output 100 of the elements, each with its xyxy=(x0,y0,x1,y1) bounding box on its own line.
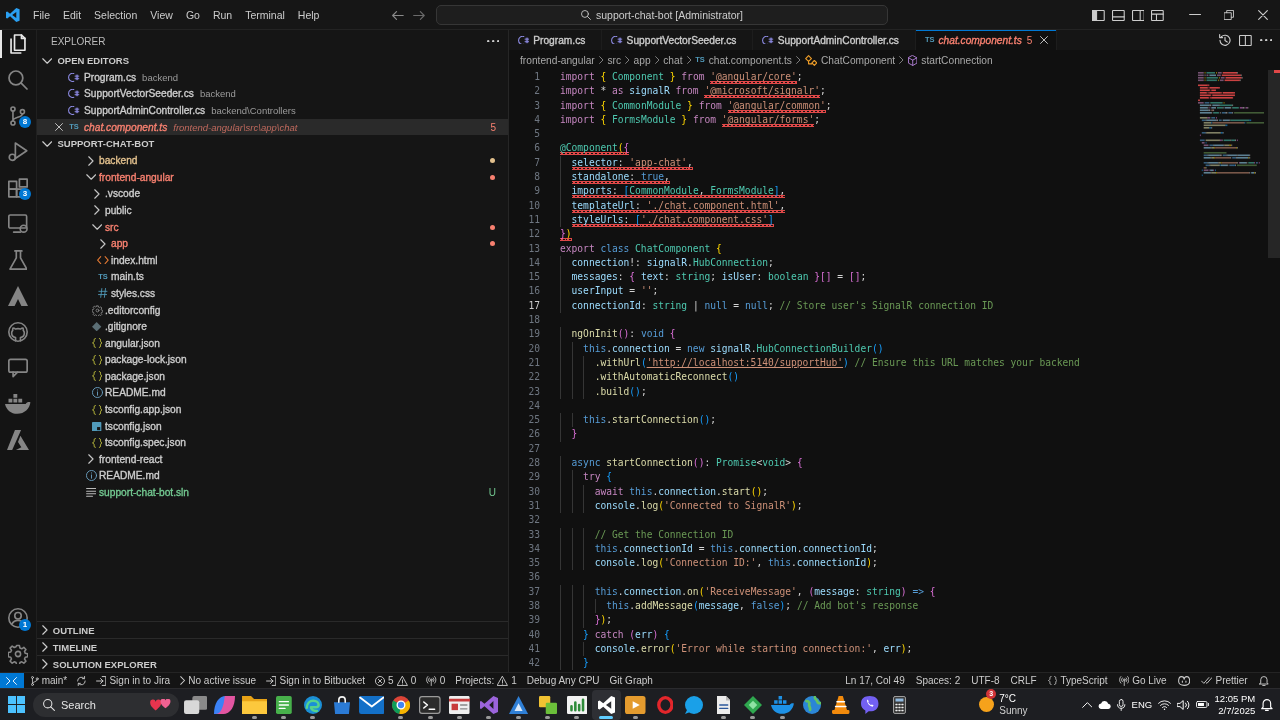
chevron-down-icon[interactable] xyxy=(42,57,53,64)
status-bar-item[interactable]: Sign in to Jira xyxy=(91,673,176,688)
restore-icon[interactable] xyxy=(1224,10,1234,20)
play-bug-icon[interactable] xyxy=(8,142,28,162)
battery-icon[interactable] xyxy=(1195,701,1209,708)
status-bar-item[interactable]: Go Live xyxy=(1113,673,1173,688)
menu-item[interactable]: File xyxy=(26,6,57,24)
menu-item[interactable]: View xyxy=(143,6,180,24)
close-icon[interactable] xyxy=(55,123,63,132)
files-icon[interactable] xyxy=(10,34,26,54)
breadcrumb-item[interactable]: app xyxy=(633,54,651,66)
chevron-right-icon[interactable] xyxy=(42,625,48,635)
sidebar-left-icon[interactable] xyxy=(1092,9,1105,21)
folder-name[interactable]: public xyxy=(105,204,132,216)
chevron-down-icon[interactable] xyxy=(85,174,97,181)
swirl-icon[interactable] xyxy=(214,695,236,714)
sun-icon[interactable] xyxy=(979,697,995,712)
menu-item[interactable]: Edit xyxy=(56,6,88,24)
status-bar-item[interactable]: Ln 17, Col 49 xyxy=(839,673,911,688)
close-icon[interactable] xyxy=(1040,36,1049,44)
swirl-circle-icon[interactable] xyxy=(303,695,322,714)
minimap-drawing[interactable] xyxy=(1196,71,1264,179)
document-icon[interactable] xyxy=(716,695,731,714)
folder-icon[interactable] xyxy=(241,695,268,714)
chevron-down-icon[interactable] xyxy=(91,224,103,231)
file-name[interactable]: index.html xyxy=(111,254,158,266)
breadcrumb-item[interactable]: frontend-angular xyxy=(520,54,595,66)
peak-icon[interactable] xyxy=(8,286,28,306)
file-name[interactable]: README.md xyxy=(99,470,160,482)
windows-logo-icon[interactable] xyxy=(8,696,25,713)
folder-name[interactable]: app xyxy=(111,238,128,250)
status-bar-item[interactable]: Git Graph xyxy=(604,673,658,688)
file-name[interactable]: tsconfig.spec.json xyxy=(105,437,186,449)
status-bar-item[interactable]: main* xyxy=(26,673,73,688)
file-name[interactable]: styles.css xyxy=(111,287,156,299)
cloud-icon[interactable] xyxy=(1098,700,1112,709)
status-bar-item[interactable]: 0 xyxy=(421,673,451,688)
editor-tab[interactable]: SupportVectorSeeder.cs xyxy=(602,30,754,50)
open-editor-item[interactable]: Program.cs backend xyxy=(37,69,508,86)
play-tile-icon[interactable] xyxy=(625,695,646,714)
status-bar-item[interactable]: Sign in to Bitbucket xyxy=(261,673,371,688)
ribbon-icon[interactable] xyxy=(597,695,615,714)
chat-icon[interactable] xyxy=(8,358,28,378)
file-name[interactable]: package.json xyxy=(105,370,166,382)
file-name[interactable]: tsconfig.json xyxy=(105,420,162,432)
status-bar-item[interactable]: TypeScript xyxy=(1042,673,1114,688)
breadcrumb-item[interactable]: ChatComponent xyxy=(804,54,896,66)
monitor-icon[interactable] xyxy=(8,214,28,234)
arrow-right-icon[interactable] xyxy=(412,10,425,20)
open-editor-item[interactable]: SupportVectorSeeder.cs backend xyxy=(37,85,508,103)
mail-icon[interactable] xyxy=(358,695,385,714)
pinwheel-circle-icon[interactable] xyxy=(391,695,410,714)
bell-icon[interactable] xyxy=(1258,675,1269,686)
settings-icon[interactable] xyxy=(8,644,28,664)
person-icon[interactable] xyxy=(8,608,28,628)
file-name[interactable]: .gitignore xyxy=(105,321,147,333)
folder-name[interactable]: backend xyxy=(99,155,138,167)
breadcrumb-item[interactable]: chat xyxy=(663,54,683,66)
open-editor-item[interactable]: SupportAdminController.cs backend\Controllers xyxy=(37,102,508,119)
section-header[interactable]: TIMELINE xyxy=(37,638,508,655)
wifi-icon[interactable] xyxy=(1158,699,1172,710)
chevron-right-icon[interactable] xyxy=(94,188,100,199)
split-editor-icon[interactable] xyxy=(1238,34,1252,46)
sync-icon[interactable] xyxy=(77,675,87,686)
scrollbar[interactable] xyxy=(1268,70,1280,258)
editor-tab[interactable]: SupportAdminController.cs xyxy=(753,30,916,50)
chevron-right-icon[interactable] xyxy=(42,659,48,669)
calculator-icon[interactable] xyxy=(893,695,906,714)
status-bar-item[interactable]: 5 0 xyxy=(370,673,422,688)
arrow-left-icon[interactable] xyxy=(392,10,404,20)
section-header[interactable]: OUTLINE xyxy=(37,621,508,638)
folder-name[interactable]: frontend-react xyxy=(99,453,163,465)
chevron-right-icon[interactable] xyxy=(42,642,48,652)
file-name[interactable]: angular.json xyxy=(105,337,160,349)
more-icon[interactable] xyxy=(486,39,499,43)
file-name[interactable]: README.md xyxy=(105,387,166,399)
folder-name[interactable]: frontend-angular xyxy=(99,171,174,183)
whale-icon[interactable] xyxy=(770,695,794,714)
layout-icon[interactable] xyxy=(1151,9,1164,21)
status-bar-item[interactable]: CRLF xyxy=(1005,673,1043,688)
menu-item[interactable]: Run xyxy=(206,6,239,24)
chevron-up-icon[interactable] xyxy=(1081,701,1093,708)
section-header[interactable]: OPEN EDITORS xyxy=(37,52,508,69)
folder-name[interactable]: src xyxy=(105,221,119,233)
chat-bubble-icon[interactable] xyxy=(685,695,704,714)
close-icon[interactable] xyxy=(1258,10,1268,20)
chevron-right-icon[interactable] xyxy=(94,205,100,216)
flask-icon[interactable] xyxy=(8,250,28,270)
squares-icon[interactable] xyxy=(538,695,557,714)
breadcrumb-item[interactable]: src xyxy=(607,54,621,66)
remote-button[interactable] xyxy=(0,673,24,688)
file-name[interactable]: package-lock.json xyxy=(105,354,187,366)
editor-tab[interactable]: Program.cs xyxy=(509,30,603,50)
status-bar-item[interactable]: UTF-8 xyxy=(965,673,1006,688)
menu-item[interactable]: Selection xyxy=(87,6,144,24)
command-center[interactable]: support-chat-bot [Administrator] xyxy=(436,5,888,25)
triangle-icon[interactable] xyxy=(508,695,528,714)
breadcrumb-item[interactable]: startConnection xyxy=(907,54,993,66)
panel-icon[interactable] xyxy=(1111,9,1125,21)
microphone-icon[interactable] xyxy=(1117,698,1126,711)
